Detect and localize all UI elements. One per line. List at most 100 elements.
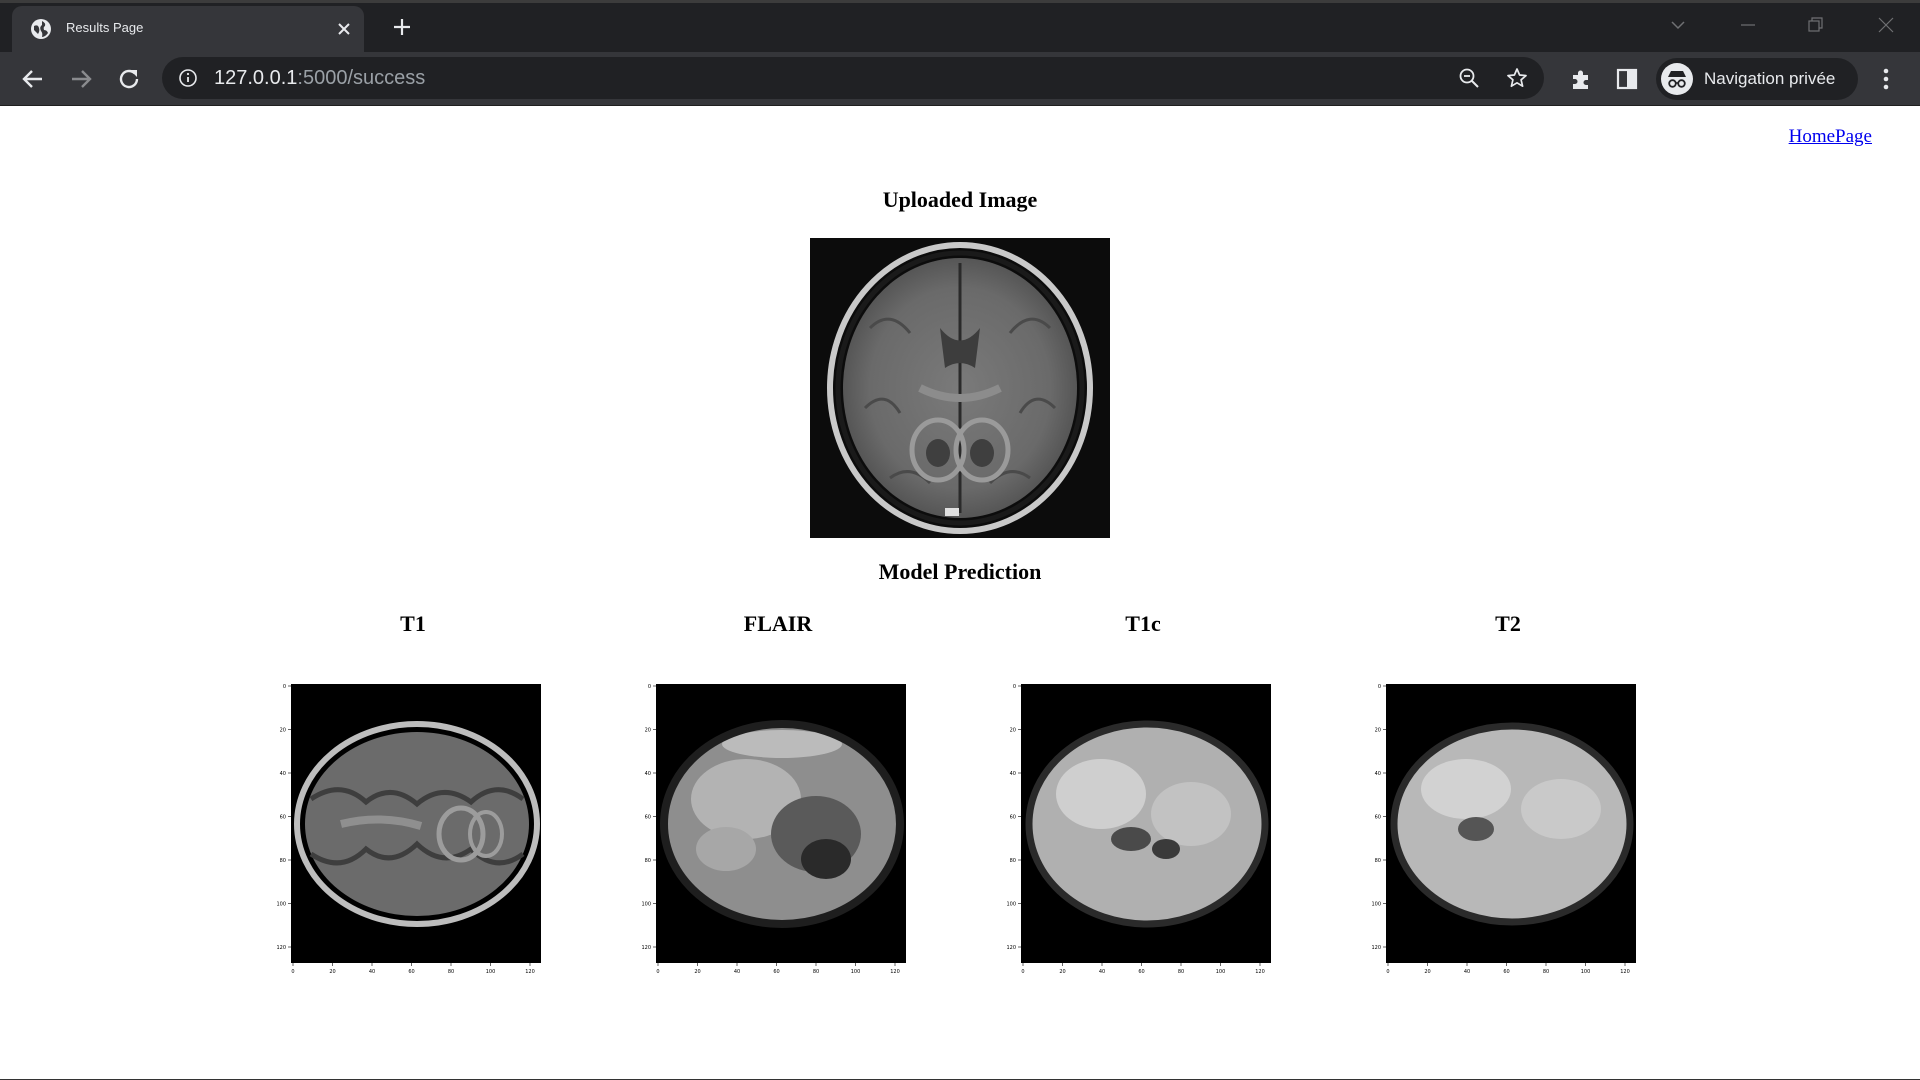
- x-tick-label: 120: [525, 969, 535, 975]
- y-tick-label: 0: [1378, 684, 1381, 690]
- globe-icon: [31, 19, 51, 39]
- tab-strip: Results Page: [0, 0, 1920, 55]
- restore-icon[interactable]: [1806, 15, 1826, 35]
- y-tick-label: 100: [641, 902, 651, 908]
- y-tick-label: 0: [648, 684, 651, 690]
- address-bar[interactable]: 127.0.0.1:5000/success: [162, 57, 1544, 99]
- homepage-link[interactable]: HomePage: [1789, 126, 1872, 148]
- x-tick-label: 80: [1543, 969, 1549, 975]
- x-axis-ticks: 0 20 40 60 80 100 120: [656, 963, 900, 975]
- x-tick-label: 80: [1178, 969, 1184, 975]
- y-axis-ticks: 0 20 40 60 80 100 120: [1006, 684, 1021, 951]
- x-tick-label: 20: [1059, 969, 1065, 975]
- x-axis-ticks: 0 20 40 60 80 100 120: [1386, 963, 1630, 975]
- arrow-left-icon[interactable]: [20, 66, 46, 92]
- x-tick-label: 60: [1503, 969, 1509, 975]
- y-tick-label: 100: [276, 902, 286, 908]
- y-tick-label: 80: [280, 858, 286, 864]
- y-tick-label: 20: [645, 728, 651, 734]
- plus-icon[interactable]: [392, 17, 412, 37]
- x-tick-label: 40: [1464, 969, 1470, 975]
- puzzle-icon[interactable]: [1568, 66, 1594, 92]
- kebab-menu-icon[interactable]: [1876, 66, 1896, 92]
- y-tick-label: 100: [1371, 902, 1381, 908]
- x-tick-label: 100: [1581, 969, 1591, 975]
- x-axis-ticks: 0 20 40 60 80 100 120: [291, 963, 535, 975]
- x-tick-label: 80: [448, 969, 454, 975]
- tab-results-page[interactable]: Results Page: [12, 6, 364, 55]
- x-tick-label: 20: [329, 969, 335, 975]
- y-tick-label: 60: [280, 815, 286, 821]
- page-content: HomePage Uploaded Image Model Prediction…: [0, 106, 1920, 1080]
- x-tick-label: 0: [1021, 969, 1024, 975]
- close-icon[interactable]: [336, 21, 352, 37]
- y-tick-label: 20: [1375, 728, 1381, 734]
- y-tick-label: 120: [641, 945, 651, 951]
- x-tick-label: 40: [369, 969, 375, 975]
- profile-label: Navigation privée: [1704, 69, 1836, 88]
- browser-toolbar: 127.0.0.1:5000/success Navigation privée: [0, 52, 1920, 106]
- y-tick-label: 80: [645, 858, 651, 864]
- tab-title: Results Page: [66, 20, 144, 35]
- x-tick-label: 100: [851, 969, 861, 975]
- prediction-plot-flair: 0 20 40 60 80 100 120 0 20 40 60 80 100 120: [641, 684, 906, 975]
- minimize-icon[interactable]: [1738, 15, 1758, 35]
- modality-title-t2: T2: [1495, 611, 1521, 636]
- modality-title-t1: T1: [400, 611, 426, 636]
- x-tick-label: 40: [1099, 969, 1105, 975]
- x-tick-label: 60: [773, 969, 779, 975]
- info-icon[interactable]: [178, 68, 198, 88]
- chevron-down-icon[interactable]: [1668, 15, 1688, 35]
- uploaded-mri-image: [810, 238, 1110, 538]
- uploaded-image-title: Uploaded Image: [882, 187, 1038, 212]
- y-tick-label: 100: [1006, 902, 1016, 908]
- y-tick-label: 60: [1010, 815, 1016, 821]
- y-tick-label: 20: [1010, 728, 1016, 734]
- x-axis-ticks: 0 20 40 60 80 100 120: [1021, 963, 1265, 975]
- x-tick-label: 0: [656, 969, 659, 975]
- modality-title-flair: FLAIR: [743, 611, 813, 636]
- side-panel-icon[interactable]: [1614, 66, 1640, 92]
- profile-button[interactable]: Navigation privée: [1656, 58, 1858, 100]
- x-tick-label: 100: [486, 969, 496, 975]
- reload-icon[interactable]: [116, 66, 142, 92]
- y-tick-label: 40: [1010, 771, 1016, 777]
- arrow-right-icon[interactable]: [68, 66, 94, 92]
- y-tick-label: 60: [645, 815, 651, 821]
- model-prediction-title: Model Prediction: [878, 559, 1042, 584]
- y-tick-label: 120: [276, 945, 286, 951]
- y-axis-ticks: 0 20 40 60 80 100 120: [276, 684, 291, 951]
- url-path: :5000/success: [297, 67, 426, 89]
- x-tick-label: 80: [813, 969, 819, 975]
- y-tick-label: 0: [283, 684, 286, 690]
- incognito-icon: [1661, 63, 1693, 95]
- y-axis-ticks: 0 20 40 60 80 100 120: [1371, 684, 1386, 951]
- x-tick-label: 120: [890, 969, 900, 975]
- x-tick-label: 120: [1620, 969, 1630, 975]
- y-axis-ticks: 0 20 40 60 80 100 120: [641, 684, 656, 951]
- y-tick-label: 0: [1013, 684, 1016, 690]
- x-tick-label: 20: [1424, 969, 1430, 975]
- y-tick-label: 60: [1375, 815, 1381, 821]
- star-icon[interactable]: [1506, 67, 1528, 89]
- url-text[interactable]: 127.0.0.1:5000/success: [214, 67, 425, 90]
- prediction-plot-t2: 0 20 40 60 80 100 120 0 20 40 60 80 100 120: [1371, 684, 1636, 975]
- prediction-plot-t1: 0 20 40 60 80 100 120 0 20 40 60 80 100 120: [276, 684, 541, 975]
- y-tick-label: 40: [1375, 771, 1381, 777]
- y-tick-label: 40: [645, 771, 651, 777]
- x-tick-label: 20: [694, 969, 700, 975]
- zoom-out-icon[interactable]: [1458, 67, 1480, 89]
- url-host: 127.0.0.1: [214, 67, 298, 89]
- window-close-icon[interactable]: [1876, 15, 1896, 35]
- y-tick-label: 120: [1006, 945, 1016, 951]
- y-tick-label: 80: [1010, 858, 1016, 864]
- y-tick-label: 20: [280, 728, 286, 734]
- x-tick-label: 0: [291, 969, 294, 975]
- modality-title-t1c: T1c: [1125, 611, 1161, 636]
- y-tick-label: 80: [1375, 858, 1381, 864]
- x-tick-label: 60: [1138, 969, 1144, 975]
- x-tick-label: 120: [1255, 969, 1265, 975]
- x-tick-label: 60: [408, 969, 414, 975]
- x-tick-label: 40: [734, 969, 740, 975]
- prediction-plot-t1c: 0 20 40 60 80 100 120 0 20 40 60 80 100 120: [1006, 684, 1271, 975]
